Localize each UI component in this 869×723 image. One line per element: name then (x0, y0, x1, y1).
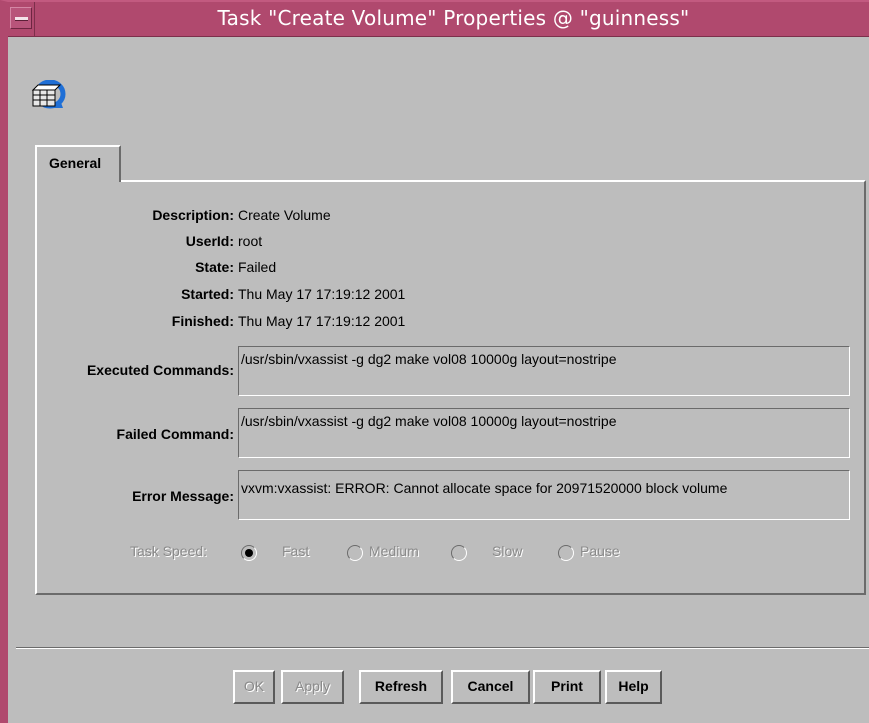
radio-fast-label: Fast (282, 543, 310, 559)
ok-button[interactable]: OK (233, 670, 275, 704)
radio-medium-label: Medium (369, 543, 419, 559)
help-button[interactable]: Help (605, 670, 662, 704)
window-menu-bar (15, 17, 28, 21)
finished-value: Thu May 17 17:19:12 2001 (238, 313, 406, 329)
properties-window: Task "Create Volume" Properties @ "guinn… (0, 0, 869, 723)
state-label: State: (195, 259, 234, 275)
title-divider (34, 2, 35, 36)
tab-general-label: General (49, 155, 102, 171)
failed-command-label: Failed Command: (116, 426, 234, 442)
started-value: Thu May 17 17:19:12 2001 (238, 286, 406, 302)
radio-pause-label: Pause (580, 543, 620, 559)
executed-commands-text: /usr/sbin/vxassist -g dg2 make vol08 100… (241, 351, 617, 367)
refresh-button[interactable]: Refresh (359, 670, 443, 704)
radio-slow-label: Slow (492, 543, 523, 559)
window-menu-icon[interactable] (10, 7, 32, 29)
started-label: Started: (181, 286, 234, 302)
print-button[interactable]: Print (533, 670, 601, 704)
radio-fast[interactable] (241, 545, 257, 561)
tab-general[interactable]: General (35, 145, 121, 182)
state-value: Failed (238, 259, 277, 275)
error-message-text: vxvm:vxassist: ERROR: Cannot allocate sp… (241, 480, 728, 496)
apply-button[interactable]: Apply (281, 670, 344, 704)
footer-separator (16, 647, 869, 649)
userid-label: UserId: (185, 233, 234, 249)
description-label: Description: (152, 207, 234, 223)
cancel-button[interactable]: Cancel (451, 670, 530, 704)
radio-slow[interactable] (451, 545, 467, 561)
radio-pause[interactable] (558, 545, 574, 561)
error-message-label: Error Message: (132, 488, 234, 504)
task-speed-label: Task Speed: (130, 543, 208, 559)
title-bar[interactable]: Task "Create Volume" Properties @ "guinn… (8, 2, 869, 37)
failed-command-field[interactable]: /usr/sbin/vxassist -g dg2 make vol08 100… (238, 408, 850, 458)
radio-fast-dot (245, 549, 253, 557)
error-message-field[interactable]: vxvm:vxassist: ERROR: Cannot allocate sp… (238, 470, 850, 520)
disk-array-icon (31, 80, 66, 109)
radio-medium[interactable] (347, 545, 363, 561)
userid-value: root (238, 233, 263, 249)
executed-commands-field[interactable]: /usr/sbin/vxassist -g dg2 make vol08 100… (238, 346, 850, 396)
description-value: Create Volume (238, 207, 331, 223)
executed-commands-label: Executed Commands: (86, 362, 234, 378)
finished-label: Finished: (171, 313, 234, 329)
failed-command-text: /usr/sbin/vxassist -g dg2 make vol08 100… (241, 413, 617, 429)
window-title: Task "Create Volume" Properties @ "guinn… (217, 6, 690, 30)
